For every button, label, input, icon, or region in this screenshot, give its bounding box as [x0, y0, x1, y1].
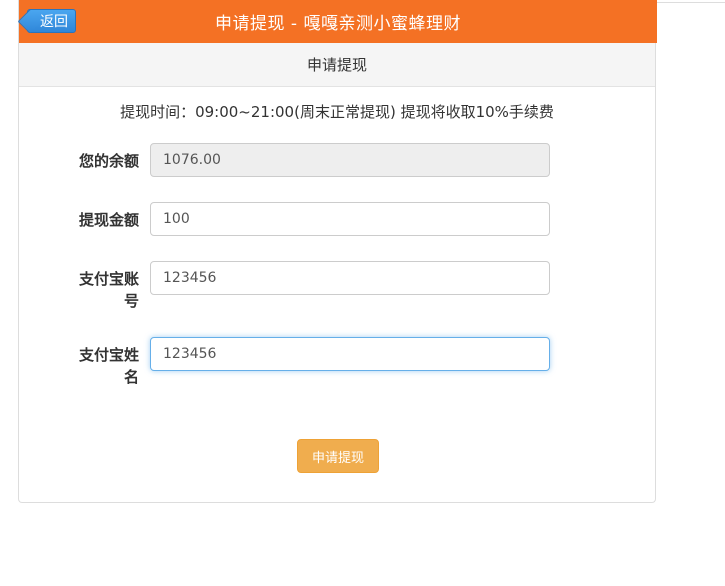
back-button-label: 返回	[40, 14, 68, 30]
alipay-name-label-line1: 支付宝姓	[78, 346, 139, 364]
amount-label: 提现金额	[43, 209, 139, 231]
alipay-name-label: 支付宝姓 名	[43, 344, 139, 388]
alipay-account-label-line2: 号	[123, 292, 139, 310]
balance-label-text: 您的余额	[78, 152, 139, 170]
amount-label-text: 提现金额	[78, 211, 139, 229]
balance-field[interactable]	[150, 143, 550, 177]
balance-label: 您的余额	[43, 150, 139, 172]
submit-withdraw-button[interactable]: 申请提现	[297, 439, 379, 473]
alipay-name-input[interactable]	[150, 337, 550, 371]
alipay-account-label: 支付宝账 号	[43, 268, 139, 312]
page-title: 申请提现 - 嘎嘎亲测小蜜蜂理财	[215, 14, 461, 34]
alipay-name-label-line2: 名	[123, 368, 139, 386]
amount-input[interactable]	[150, 202, 550, 236]
withdraw-notice: 提现时间：09:00~21:00(周末正常提现) 提现将收取10%手续费	[120, 103, 554, 121]
withdraw-page: 返回 申请提现 - 嘎嘎亲测小蜜蜂理财 申请提现 提现时间：09:00~21:0…	[18, 0, 657, 503]
back-button[interactable]: 返回	[27, 9, 76, 33]
page-edge-line	[656, 2, 725, 3]
alipay-account-label-line1: 支付宝账	[78, 270, 139, 288]
alipay-account-input[interactable]	[150, 261, 550, 295]
panel-heading: 申请提现	[19, 43, 655, 87]
top-navbar: 返回 申请提现 - 嘎嘎亲测小蜜蜂理财	[19, 0, 657, 43]
